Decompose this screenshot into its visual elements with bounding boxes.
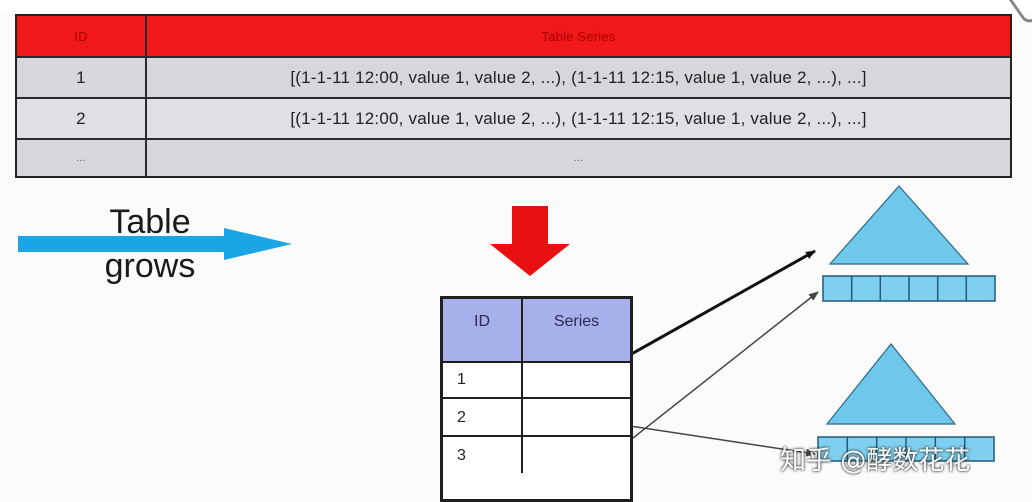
small-row-id: 2 [443,399,523,435]
index-triangle-lower [825,343,957,425]
table-grows-label: Table grows [90,200,210,288]
diagram-canvas: ID Table Series 1 [(1-1-11 12:00, value … [0,0,1032,502]
small-table-header: ID Series [443,299,630,363]
small-row-series [523,399,630,435]
table-row: 3 [443,437,630,475]
table-grows-line1: Table [109,203,191,241]
table-row: 2 [443,399,630,437]
down-arrow-icon [490,206,570,276]
index-triangle-upper [828,185,970,265]
small-header-series: Series [553,313,600,330]
id-series-table: ID Series 1 2 3 [440,296,633,502]
small-header-id: ID [443,299,523,361]
watermark: 知乎 @酵数花花 [780,446,971,476]
small-row-id: 3 [443,437,523,473]
small-row-id: 1 [443,361,523,397]
table-grows-line2: grows [104,247,196,285]
small-row-series [523,361,630,397]
table-row: 1 [443,361,630,399]
index-blocks-upper [822,275,996,302]
small-row-series [523,437,630,473]
